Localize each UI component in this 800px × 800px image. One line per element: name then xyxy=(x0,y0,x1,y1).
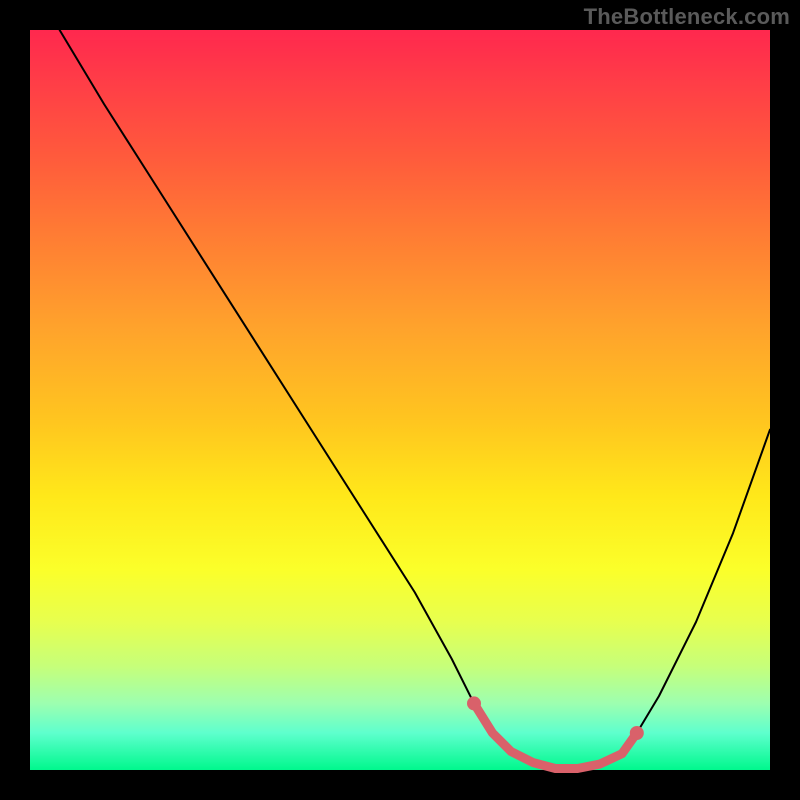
highlight-endpoint xyxy=(630,726,644,740)
chart-frame: TheBottleneck.com xyxy=(0,0,800,800)
optimal-range-highlight xyxy=(474,703,637,768)
highlight-endpoint xyxy=(467,696,481,710)
watermark-text: TheBottleneck.com xyxy=(584,4,790,30)
plot-area xyxy=(30,30,770,770)
bottleneck-curve xyxy=(60,30,770,769)
chart-svg xyxy=(30,30,770,770)
